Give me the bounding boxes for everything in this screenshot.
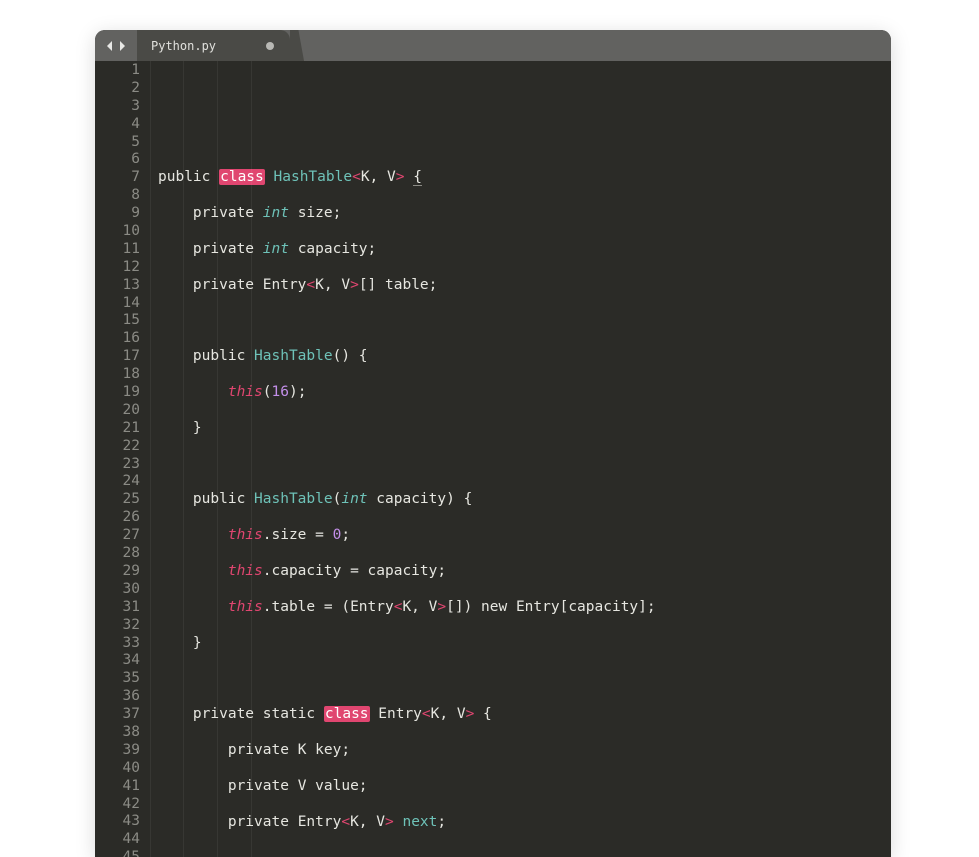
code-line: this.table = (Entry<K, V>[]) new Entry[c… — [158, 599, 891, 617]
line-number: 26 — [95, 509, 140, 527]
code-line — [158, 366, 891, 384]
line-number: 45 — [95, 849, 140, 857]
line-number: 34 — [95, 652, 140, 670]
line-number: 21 — [95, 420, 140, 438]
line-number: 33 — [95, 635, 140, 653]
code-line — [158, 652, 891, 670]
line-number: 16 — [95, 330, 140, 348]
code-line — [158, 617, 891, 635]
nav-arrows — [95, 30, 137, 61]
code-line: public class HashTable<K, V> { — [158, 169, 891, 187]
code-line — [158, 259, 891, 277]
code-line — [158, 831, 891, 849]
line-number: 42 — [95, 796, 140, 814]
line-number: 43 — [95, 813, 140, 831]
line-number: 10 — [95, 223, 140, 241]
line-number: 19 — [95, 384, 140, 402]
line-number: 6 — [95, 151, 140, 169]
dirty-indicator-icon — [266, 42, 274, 50]
nav-forward-icon[interactable] — [117, 40, 127, 52]
code-line: this.capacity = capacity; — [158, 563, 891, 581]
code-line: public HashTable(int capacity) { — [158, 491, 891, 509]
line-number: 25 — [95, 491, 140, 509]
line-number: 2 — [95, 80, 140, 98]
line-number-gutter: 1234567891011121314151617181920212223242… — [95, 61, 150, 857]
line-number: 22 — [95, 438, 140, 456]
line-number: 27 — [95, 527, 140, 545]
line-number: 36 — [95, 688, 140, 706]
line-number: 20 — [95, 402, 140, 420]
code-line — [158, 474, 891, 492]
line-number: 24 — [95, 473, 140, 491]
line-number: 13 — [95, 277, 140, 295]
code-line: private K key; — [158, 742, 891, 760]
nav-back-icon[interactable] — [105, 40, 115, 52]
line-number: 32 — [95, 617, 140, 635]
line-number: 40 — [95, 760, 140, 778]
code-line: private Entry<K, V> next; — [158, 814, 891, 832]
line-number: 18 — [95, 366, 140, 384]
line-number: 31 — [95, 599, 140, 617]
code-line: this.size = 0; — [158, 527, 891, 545]
line-number: 44 — [95, 831, 140, 849]
line-number: 3 — [95, 98, 140, 116]
code-line — [158, 796, 891, 814]
tab-filename: Python.py — [151, 39, 216, 53]
code-line — [158, 688, 891, 706]
code-line — [158, 402, 891, 420]
code-line: } — [158, 420, 891, 438]
code-area[interactable]: public class HashTable<K, V> { private i… — [150, 61, 891, 857]
line-number: 7 — [95, 169, 140, 187]
code-line: private int size; — [158, 205, 891, 223]
code-line — [158, 295, 891, 313]
line-number: 5 — [95, 134, 140, 152]
code-line — [158, 223, 891, 241]
code-line: private static class Entry<K, V> { — [158, 706, 891, 724]
file-tab[interactable]: Python.py — [137, 30, 290, 61]
code-line — [158, 724, 891, 742]
line-number: 14 — [95, 295, 140, 313]
code-line — [158, 509, 891, 527]
line-number: 11 — [95, 241, 140, 259]
line-number: 39 — [95, 742, 140, 760]
code-line: } — [158, 635, 891, 653]
line-number: 37 — [95, 706, 140, 724]
code-line — [158, 849, 891, 857]
line-number: 15 — [95, 312, 140, 330]
line-number: 23 — [95, 456, 140, 474]
editor-window: Python.py 123456789101112131415161718192… — [95, 30, 891, 857]
code-line — [158, 545, 891, 563]
line-number: 28 — [95, 545, 140, 563]
line-number: 38 — [95, 724, 140, 742]
line-number: 17 — [95, 348, 140, 366]
titlebar: Python.py — [95, 30, 891, 61]
line-number: 12 — [95, 259, 140, 277]
code-line: private V value; — [158, 778, 891, 796]
code-line — [158, 456, 891, 474]
line-number: 4 — [95, 116, 140, 134]
line-number: 41 — [95, 778, 140, 796]
line-number: 29 — [95, 563, 140, 581]
code-line — [158, 438, 891, 456]
code-line — [158, 581, 891, 599]
line-number: 1 — [95, 62, 140, 80]
code-line — [158, 313, 891, 331]
code-line: this(16); — [158, 384, 891, 402]
line-number: 8 — [95, 187, 140, 205]
editor-body: 1234567891011121314151617181920212223242… — [95, 61, 891, 857]
line-number: 9 — [95, 205, 140, 223]
line-number: 35 — [95, 670, 140, 688]
code-line: public HashTable() { — [158, 348, 891, 366]
code-line — [158, 330, 891, 348]
code-line — [158, 187, 891, 205]
code-line: private int capacity; — [158, 241, 891, 259]
code-line: private Entry<K, V>[] table; — [158, 277, 891, 295]
code-line — [158, 760, 891, 778]
line-number: 30 — [95, 581, 140, 599]
code-line — [158, 670, 891, 688]
